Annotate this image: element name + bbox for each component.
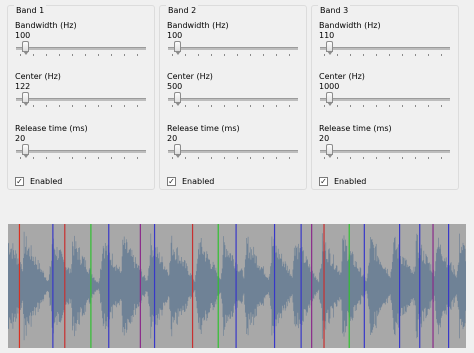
band-1-group: Band 1 Bandwidth (Hz) 100 Center (Hz) 122 Rel… [7,5,155,190]
release-time-label: Release time (ms) [319,124,392,133]
band-title: Band 3 [318,5,351,16]
enabled-checkbox[interactable]: ✓ [167,177,176,186]
slider-thumb[interactable] [22,92,30,106]
center-slider[interactable] [164,92,302,108]
bandwidth-slider[interactable] [164,41,302,57]
enabled-checkbox[interactable]: ✓ [15,177,24,186]
center-label: Center (Hz) [319,72,365,81]
waveform-view [8,224,466,348]
slider-thumb[interactable] [174,41,182,55]
bandwidth-value: 100 [167,31,183,40]
band-2-group: Band 2 Bandwidth (Hz) 100 Center (Hz) 500 Rel… [159,5,307,190]
release-time-slider[interactable] [164,144,302,160]
bandwidth-value: 110 [319,31,335,40]
enabled-label: Enabled [30,177,63,186]
band-title: Band 1 [14,5,47,16]
slider-thumb[interactable] [174,144,182,158]
enabled-checkbox[interactable]: ✓ [319,177,328,186]
release-time-label: Release time (ms) [15,124,88,133]
center-value: 122 [15,82,31,91]
release-time-slider[interactable] [12,144,150,160]
release-time-value: 20 [167,134,178,143]
bandwidth-slider[interactable] [12,41,150,57]
band-3-group: Band 3 Bandwidth (Hz) 110 Center (Hz) 1000 Re… [311,5,459,190]
slider-thumb[interactable] [326,92,334,106]
bandwidth-label: Bandwidth (Hz) [319,21,381,30]
center-value: 1000 [319,82,340,91]
center-value: 500 [167,82,183,91]
release-time-slider[interactable] [316,144,454,160]
slider-thumb[interactable] [22,144,30,158]
bandwidth-slider[interactable] [316,41,454,57]
slider-thumb[interactable] [174,92,182,106]
slider-thumb[interactable] [326,144,334,158]
release-time-label: Release time (ms) [167,124,240,133]
center-slider[interactable] [316,92,454,108]
slider-thumb[interactable] [22,41,30,55]
bandwidth-label: Bandwidth (Hz) [167,21,229,30]
center-label: Center (Hz) [167,72,213,81]
bandwidth-value: 100 [15,31,31,40]
release-time-value: 20 [319,134,330,143]
slider-thumb[interactable] [326,41,334,55]
bandwidth-label: Bandwidth (Hz) [15,21,77,30]
release-time-value: 20 [15,134,26,143]
enabled-label: Enabled [182,177,215,186]
center-slider[interactable] [12,92,150,108]
center-label: Center (Hz) [15,72,61,81]
band-title: Band 2 [166,5,199,16]
enabled-label: Enabled [334,177,367,186]
